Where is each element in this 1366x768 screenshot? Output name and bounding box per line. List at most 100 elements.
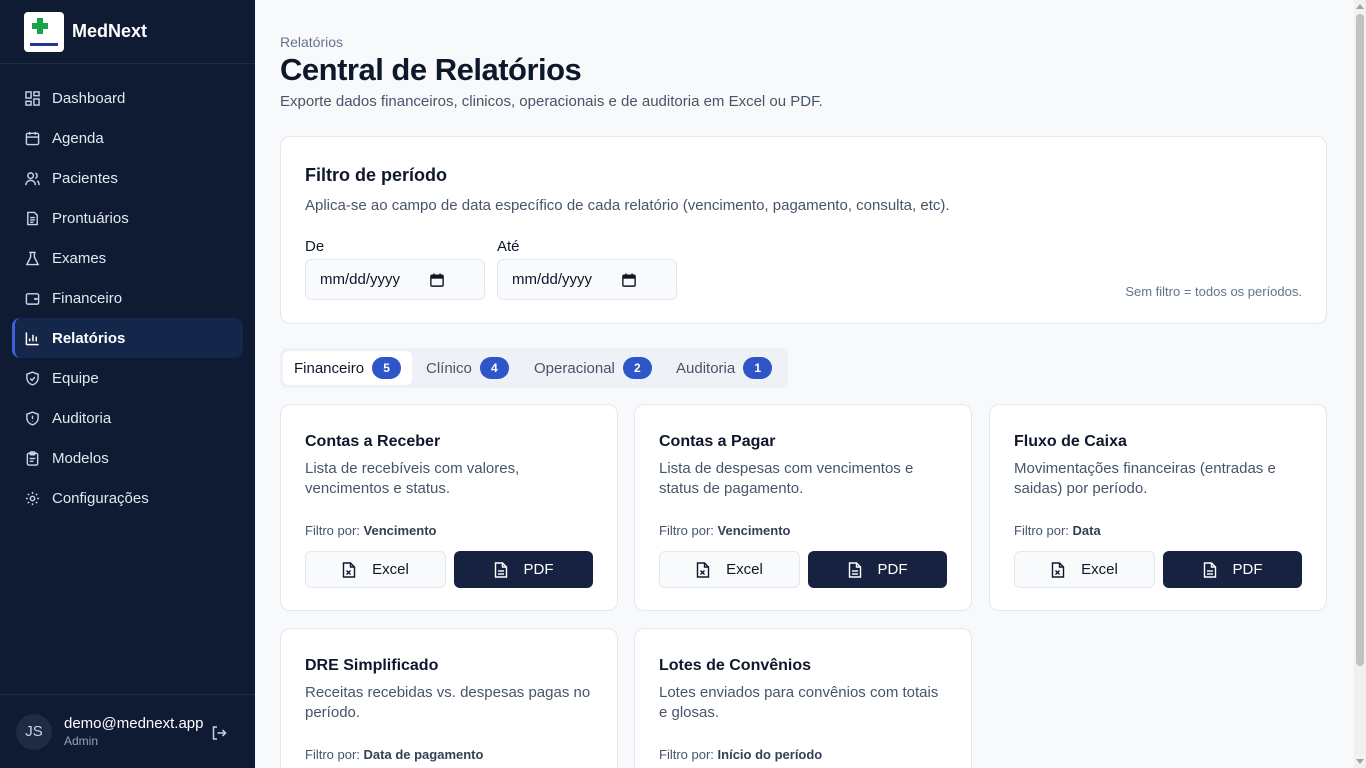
sidebar-item-agenda[interactable]: Agenda	[12, 118, 243, 158]
filter-prefix: Filtro por:	[305, 523, 360, 538]
count-badge: 2	[622, 357, 652, 379]
tab-operacional[interactable]: Operacional 2	[523, 351, 663, 385]
users-icon	[24, 170, 40, 186]
pdf-button[interactable]: PDF	[1163, 551, 1302, 588]
sidebar-item-prontuarios[interactable]: Prontuários	[12, 198, 243, 238]
button-label: Excel	[1081, 561, 1118, 578]
filter-prefix: Filtro por:	[305, 747, 360, 762]
file-pdf-icon	[848, 561, 862, 578]
tab-label: Financeiro	[294, 359, 365, 377]
filter-note: Sem filtro = todos os períodos.	[1125, 284, 1302, 299]
card-filter: Filtro por: Início do período	[659, 747, 822, 762]
sidebar-item-exames[interactable]: Exames	[12, 238, 243, 278]
tab-label: Auditoria	[676, 359, 736, 377]
logout-icon[interactable]	[211, 725, 227, 741]
report-card-fluxo-caixa: Fluxo de Caixa Movimentações financeiras…	[989, 404, 1327, 611]
filter-field: Data	[1072, 523, 1101, 538]
sidebar-item-label: Relatórios	[52, 329, 126, 347]
scroll-down-arrow-icon[interactable]	[1356, 759, 1364, 764]
filter-description: Aplica-se ao campo de data específico de…	[305, 197, 950, 214]
filter-prefix: Filtro por:	[659, 523, 714, 538]
avatar[interactable]: JS	[16, 713, 52, 750]
card-filter: Filtro por: Vencimento	[305, 523, 437, 538]
tab-auditoria[interactable]: Auditoria 1	[665, 351, 783, 385]
excel-button[interactable]: Excel	[305, 551, 446, 588]
calendar-icon[interactable]	[622, 273, 636, 287]
page-subtitle: Exporte dados financeiros, clinicos, ope…	[280, 93, 823, 110]
report-card-contas-receber: Contas a Receber Lista de recebíveis com…	[280, 404, 618, 611]
report-card-dre: DRE Simplificado Receitas recebidas vs. …	[280, 628, 618, 768]
sidebar-item-label: Modelos	[52, 449, 109, 467]
button-label: PDF	[523, 561, 554, 578]
logo	[24, 11, 64, 52]
calendar-icon	[24, 130, 40, 146]
sidebar-item-equipe[interactable]: Equipe	[12, 358, 243, 398]
count-badge: 1	[743, 357, 773, 379]
sidebar-item-dashboard[interactable]: Dashboard	[12, 78, 243, 118]
gear-icon	[24, 490, 40, 506]
pdf-button[interactable]: PDF	[808, 551, 947, 588]
sidebar-item-auditoria[interactable]: Auditoria	[12, 398, 243, 438]
scroll-thumb[interactable]	[1356, 14, 1364, 666]
sidebar-item-financeiro[interactable]: Financeiro	[12, 278, 243, 318]
file-text-icon	[24, 210, 40, 226]
filter-field: Início do período	[717, 747, 823, 762]
card-description: Receitas recebidas vs. despesas pagas no…	[305, 684, 591, 721]
sidebar-nav: Dashboard Agenda Pacientes Prontuários E…	[0, 64, 255, 518]
tab-clinico[interactable]: Clínico 4	[415, 351, 520, 385]
shield-alert-icon	[24, 410, 40, 426]
card-title: Fluxo de Caixa	[1014, 433, 1127, 450]
sidebar-item-configuracoes[interactable]: Configurações	[12, 478, 243, 518]
filter-prefix: Filtro por:	[1014, 523, 1069, 538]
file-excel-icon	[1051, 561, 1065, 578]
brand[interactable]: MedNext	[0, 0, 255, 64]
card-filter: Filtro por: Data de pagamento	[305, 747, 483, 762]
to-label: Até	[497, 238, 520, 255]
to-date-input[interactable]: mm/dd/yyyy	[497, 259, 677, 300]
card-title: DRE Simplificado	[305, 657, 439, 674]
from-label: De	[305, 238, 325, 255]
sidebar-item-label: Prontuários	[52, 209, 129, 227]
sidebar-item-pacientes[interactable]: Pacientes	[12, 158, 243, 198]
tab-label: Clínico	[426, 359, 472, 377]
sidebar-item-label: Agenda	[52, 129, 104, 147]
card-filter: Filtro por: Data	[1014, 523, 1101, 538]
report-card-lotes-convenios: Lotes de Convênios Lotes enviados para c…	[634, 628, 972, 768]
button-label: PDF	[877, 561, 908, 578]
filter-field: Vencimento	[363, 523, 437, 538]
card-description: Movimentações financeiras (entradas e sa…	[1014, 460, 1276, 497]
main-content: Relatórios Central de Relatórios Exporte…	[255, 0, 1354, 768]
brand-name: MedNext	[72, 21, 148, 41]
card-title: Contas a Receber	[305, 433, 441, 450]
sidebar: MedNext Dashboard Agenda Pacientes Pront…	[0, 0, 255, 768]
tab-financeiro[interactable]: Financeiro 5	[283, 351, 413, 385]
calendar-icon[interactable]	[430, 273, 444, 287]
from-date-input[interactable]: mm/dd/yyyy	[305, 259, 485, 300]
sidebar-item-label: Configurações	[52, 489, 149, 507]
excel-button[interactable]: Excel	[1014, 551, 1155, 588]
breadcrumb[interactable]: Relatórios	[280, 34, 343, 50]
bar-chart-icon	[24, 330, 40, 346]
flask-icon	[24, 250, 40, 266]
page-title: Central de Relatórios	[280, 52, 582, 87]
sidebar-item-label: Exames	[52, 249, 107, 267]
report-card-contas-pagar: Contas a Pagar Lista de despesas com ven…	[634, 404, 972, 611]
sidebar-item-relatorios[interactable]: Relatórios	[12, 318, 243, 358]
scrollbar[interactable]	[1354, 0, 1366, 768]
user-panel: JS demo@mednext.app Admin	[0, 694, 255, 768]
sidebar-item-label: Pacientes	[52, 169, 118, 187]
button-label: PDF	[1232, 561, 1263, 578]
scroll-up-arrow-icon[interactable]	[1356, 4, 1364, 9]
button-label: Excel	[726, 561, 763, 578]
sidebar-item-label: Equipe	[52, 369, 99, 387]
pdf-button[interactable]: PDF	[454, 551, 593, 588]
sidebar-item-label: Auditoria	[52, 409, 112, 427]
sidebar-item-modelos[interactable]: Modelos	[12, 438, 243, 478]
file-pdf-icon	[1203, 561, 1217, 578]
card-title: Contas a Pagar	[659, 433, 776, 450]
excel-button[interactable]: Excel	[659, 551, 800, 588]
dashboard-icon	[24, 90, 40, 106]
button-label: Excel	[372, 561, 409, 578]
filter-field: Data de pagamento	[363, 747, 484, 762]
user-role: Admin	[64, 734, 99, 748]
